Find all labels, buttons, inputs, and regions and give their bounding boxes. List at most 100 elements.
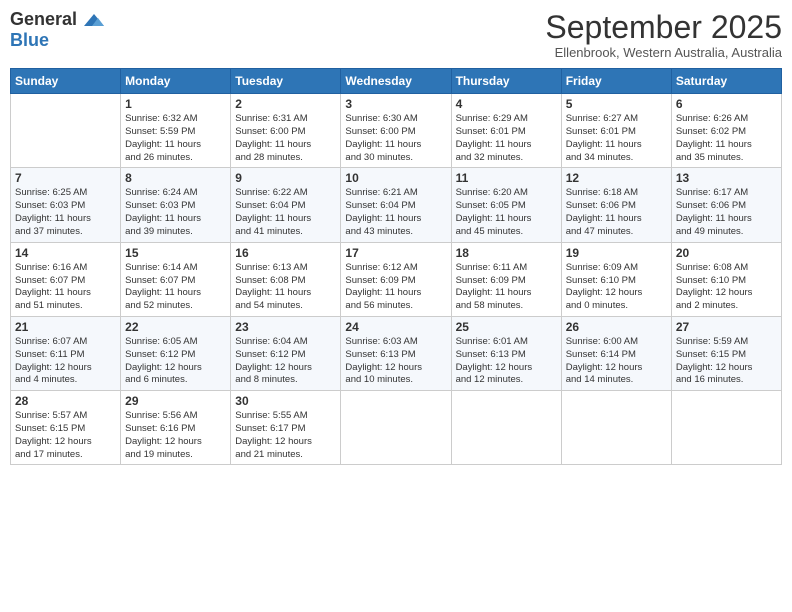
day-info: Sunrise: 6:05 AM Sunset: 6:12 PM Dayligh… [125, 336, 226, 387]
calendar-cell: 13 Sunrise: 6:17 AM Sunset: 6:06 PM Dayli… [671, 168, 781, 242]
col-header-monday: Monday [121, 69, 231, 94]
day-number: 13 [676, 171, 777, 185]
day-info: Sunrise: 6:14 AM Sunset: 6:07 PM Dayligh… [125, 262, 226, 313]
calendar-cell: 25 Sunrise: 6:01 AM Sunset: 6:13 PM Dayli… [451, 316, 561, 390]
calendar-cell: 20 Sunrise: 6:08 AM Sunset: 6:10 PM Dayli… [671, 242, 781, 316]
day-number: 29 [125, 394, 226, 408]
day-number: 1 [125, 97, 226, 111]
day-number: 27 [676, 320, 777, 334]
calendar-cell [451, 391, 561, 465]
day-number: 20 [676, 246, 777, 260]
day-info: Sunrise: 6:22 AM Sunset: 6:04 PM Dayligh… [235, 187, 336, 238]
day-number: 11 [456, 171, 557, 185]
day-info: Sunrise: 5:59 AM Sunset: 6:15 PM Dayligh… [676, 336, 777, 387]
day-info: Sunrise: 6:20 AM Sunset: 6:05 PM Dayligh… [456, 187, 557, 238]
day-number: 16 [235, 246, 336, 260]
day-number: 28 [15, 394, 116, 408]
day-info: Sunrise: 6:13 AM Sunset: 6:08 PM Dayligh… [235, 262, 336, 313]
day-number: 8 [125, 171, 226, 185]
col-header-saturday: Saturday [671, 69, 781, 94]
calendar-cell: 3 Sunrise: 6:30 AM Sunset: 6:00 PM Daylig… [341, 94, 451, 168]
day-info: Sunrise: 6:04 AM Sunset: 6:12 PM Dayligh… [235, 336, 336, 387]
calendar: SundayMondayTuesdayWednesdayThursdayFrid… [10, 68, 782, 465]
day-number: 5 [566, 97, 667, 111]
calendar-cell: 2Sunrise: 6:31 AM Sunset: 6:00 PM Daylig… [231, 94, 341, 168]
location: Ellenbrook, Western Australia, Australia [545, 45, 782, 60]
day-number: 23 [235, 320, 336, 334]
calendar-cell: 30Sunrise: 5:55 AM Sunset: 6:17 PM Dayli… [231, 391, 341, 465]
col-header-friday: Friday [561, 69, 671, 94]
calendar-cell: 14 Sunrise: 6:16 AM Sunset: 6:07 PM Dayli… [11, 242, 121, 316]
calendar-cell: 26 Sunrise: 6:00 AM Sunset: 6:14 PM Dayli… [561, 316, 671, 390]
col-header-tuesday: Tuesday [231, 69, 341, 94]
day-info: Sunrise: 6:16 AM Sunset: 6:07 PM Dayligh… [15, 262, 116, 313]
day-info: Sunrise: 6:26 AM Sunset: 6:02 PM Dayligh… [676, 113, 777, 164]
day-number: 2 [235, 97, 336, 111]
calendar-cell: 22 Sunrise: 6:05 AM Sunset: 6:12 PM Dayli… [121, 316, 231, 390]
day-info: Sunrise: 5:55 AM Sunset: 6:17 PM Dayligh… [235, 410, 336, 461]
calendar-cell: 27 Sunrise: 5:59 AM Sunset: 6:15 PM Dayli… [671, 316, 781, 390]
day-number: 10 [345, 171, 446, 185]
day-info: Sunrise: 6:00 AM Sunset: 6:14 PM Dayligh… [566, 336, 667, 387]
day-info: Sunrise: 6:01 AM Sunset: 6:13 PM Dayligh… [456, 336, 557, 387]
day-number: 25 [456, 320, 557, 334]
day-info: Sunrise: 6:11 AM Sunset: 6:09 PM Dayligh… [456, 262, 557, 313]
calendar-cell [341, 391, 451, 465]
day-info: Sunrise: 6:24 AM Sunset: 6:03 PM Dayligh… [125, 187, 226, 238]
day-number: 14 [15, 246, 116, 260]
day-info: Sunrise: 6:32 AM Sunset: 5:59 PM Dayligh… [125, 113, 226, 164]
day-number: 12 [566, 171, 667, 185]
day-info: Sunrise: 6:27 AM Sunset: 6:01 PM Dayligh… [566, 113, 667, 164]
logo-icon [84, 12, 104, 28]
calendar-cell: 24Sunrise: 6:03 AM Sunset: 6:13 PM Dayli… [341, 316, 451, 390]
calendar-cell: 9 Sunrise: 6:22 AM Sunset: 6:04 PM Daylig… [231, 168, 341, 242]
day-number: 26 [566, 320, 667, 334]
calendar-cell: 1 Sunrise: 6:32 AM Sunset: 5:59 PM Daylig… [121, 94, 231, 168]
calendar-cell: 5 Sunrise: 6:27 AM Sunset: 6:01 PM Daylig… [561, 94, 671, 168]
day-number: 9 [235, 171, 336, 185]
calendar-cell: 15 Sunrise: 6:14 AM Sunset: 6:07 PM Dayli… [121, 242, 231, 316]
calendar-cell: 4Sunrise: 6:29 AM Sunset: 6:01 PM Daylig… [451, 94, 561, 168]
day-number: 21 [15, 320, 116, 334]
day-info: Sunrise: 6:09 AM Sunset: 6:10 PM Dayligh… [566, 262, 667, 313]
logo-blue: Blue [10, 30, 49, 51]
calendar-week-3: 21 Sunrise: 6:07 AM Sunset: 6:11 PM Dayli… [11, 316, 782, 390]
col-header-thursday: Thursday [451, 69, 561, 94]
day-number: 22 [125, 320, 226, 334]
calendar-cell [11, 94, 121, 168]
calendar-header-row: SundayMondayTuesdayWednesdayThursdayFrid… [11, 69, 782, 94]
day-number: 18 [456, 246, 557, 260]
day-info: Sunrise: 6:03 AM Sunset: 6:13 PM Dayligh… [345, 336, 446, 387]
day-number: 7 [15, 171, 116, 185]
day-number: 17 [345, 246, 446, 260]
calendar-cell: 8 Sunrise: 6:24 AM Sunset: 6:03 PM Daylig… [121, 168, 231, 242]
calendar-cell: 21 Sunrise: 6:07 AM Sunset: 6:11 PM Dayli… [11, 316, 121, 390]
calendar-cell: 28Sunrise: 5:57 AM Sunset: 6:15 PM Dayli… [11, 391, 121, 465]
day-info: Sunrise: 6:07 AM Sunset: 6:11 PM Dayligh… [15, 336, 116, 387]
day-info: Sunrise: 6:17 AM Sunset: 6:06 PM Dayligh… [676, 187, 777, 238]
calendar-week-4: 28Sunrise: 5:57 AM Sunset: 6:15 PM Dayli… [11, 391, 782, 465]
day-info: Sunrise: 6:12 AM Sunset: 6:09 PM Dayligh… [345, 262, 446, 313]
calendar-cell: 19Sunrise: 6:09 AM Sunset: 6:10 PM Dayli… [561, 242, 671, 316]
calendar-week-1: 7 Sunrise: 6:25 AM Sunset: 6:03 PM Daylig… [11, 168, 782, 242]
day-info: Sunrise: 6:25 AM Sunset: 6:03 PM Dayligh… [15, 187, 116, 238]
day-number: 6 [676, 97, 777, 111]
calendar-cell: 6 Sunrise: 6:26 AM Sunset: 6:02 PM Daylig… [671, 94, 781, 168]
calendar-cell: 23 Sunrise: 6:04 AM Sunset: 6:12 PM Dayli… [231, 316, 341, 390]
calendar-cell: 12 Sunrise: 6:18 AM Sunset: 6:06 PM Dayli… [561, 168, 671, 242]
day-number: 3 [345, 97, 446, 111]
calendar-cell [561, 391, 671, 465]
day-info: Sunrise: 6:18 AM Sunset: 6:06 PM Dayligh… [566, 187, 667, 238]
day-info: Sunrise: 6:08 AM Sunset: 6:10 PM Dayligh… [676, 262, 777, 313]
day-number: 15 [125, 246, 226, 260]
day-info: Sunrise: 6:30 AM Sunset: 6:00 PM Dayligh… [345, 113, 446, 164]
calendar-cell: 16 Sunrise: 6:13 AM Sunset: 6:08 PM Dayli… [231, 242, 341, 316]
logo-general: General [10, 9, 77, 29]
calendar-week-2: 14 Sunrise: 6:16 AM Sunset: 6:07 PM Dayli… [11, 242, 782, 316]
month-title: September 2025 [545, 10, 782, 45]
title-block: September 2025 Ellenbrook, Western Austr… [545, 10, 782, 60]
day-number: 4 [456, 97, 557, 111]
day-info: Sunrise: 6:21 AM Sunset: 6:04 PM Dayligh… [345, 187, 446, 238]
page-header: General Blue September 2025 Ellenbrook, … [10, 10, 782, 60]
calendar-cell: 7 Sunrise: 6:25 AM Sunset: 6:03 PM Daylig… [11, 168, 121, 242]
